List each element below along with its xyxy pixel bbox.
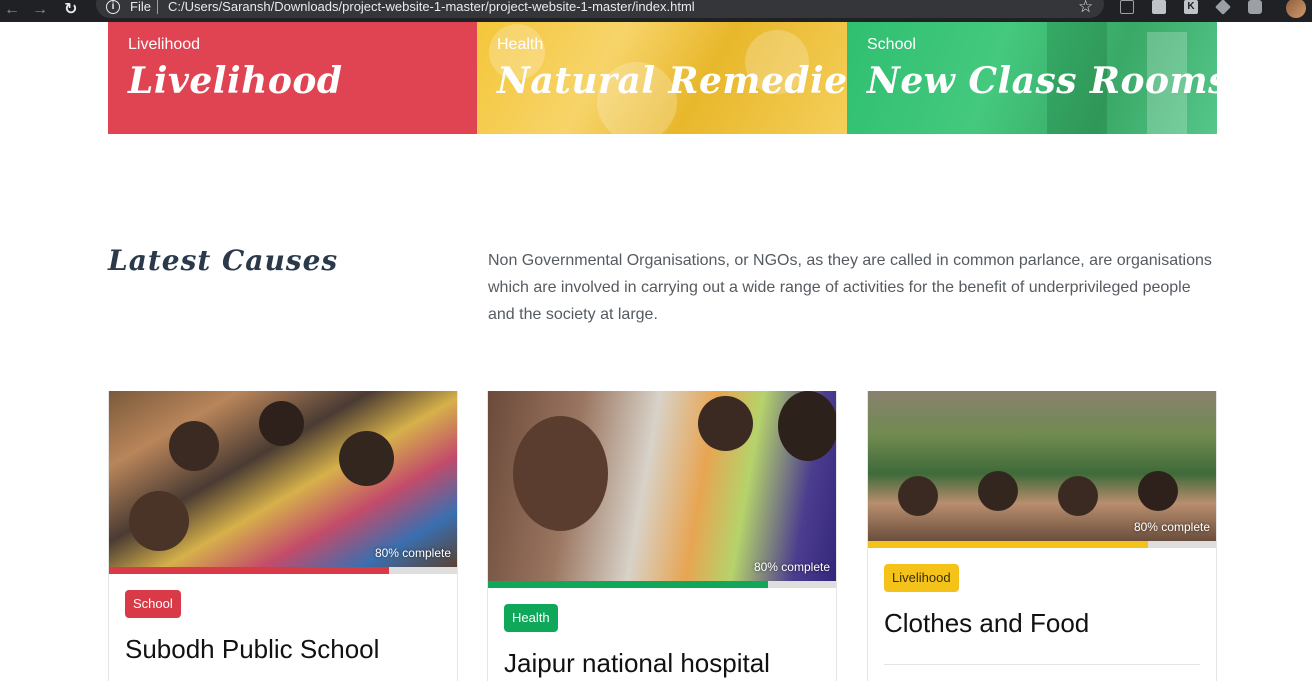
category-label: Livelihood (128, 36, 201, 53)
progress-bar (868, 541, 1216, 548)
file-scheme-label: File (130, 0, 151, 14)
category-label: Health (497, 36, 544, 53)
cause-title[interactable]: Subodh Public School (125, 634, 441, 665)
url-divider (157, 0, 158, 14)
pdf-extension-icon[interactable] (1120, 0, 1134, 14)
progress-label: 80% complete (753, 560, 830, 574)
cause-card-health[interactable]: 80% complete Health Jaipur national hosp… (487, 391, 837, 681)
cause-card-school[interactable]: 80% complete School Subodh Public School (108, 391, 458, 681)
category-heading: Livelihood (128, 60, 343, 102)
cause-photo: 80% complete (488, 391, 836, 581)
cause-title[interactable]: Jaipur national hospital (504, 648, 820, 679)
cause-card-livelihood[interactable]: 80% complete Livelihood Clothes and Food (867, 391, 1217, 681)
progress-label: 80% complete (374, 546, 451, 560)
extension-icon[interactable] (1152, 0, 1166, 14)
forward-arrow-icon[interactable]: → (32, 2, 48, 18)
cause-title[interactable]: Clothes and Food (884, 608, 1200, 639)
category-card-school[interactable]: School New Class Rooms (847, 22, 1217, 134)
donation-divider (884, 664, 1200, 675)
progress-fill (868, 541, 1148, 548)
progress-fill (109, 567, 389, 574)
category-label: School (867, 36, 916, 53)
category-card-livelihood[interactable]: Livelihood Livelihood (108, 22, 477, 134)
info-icon[interactable]: i (106, 0, 120, 14)
youtube-extension-icon[interactable] (1248, 0, 1262, 14)
category-badge[interactable]: School (125, 590, 181, 618)
category-heading: New Class Rooms (867, 60, 1217, 102)
star-icon[interactable]: ☆ (1078, 0, 1093, 17)
k-extension-icon[interactable]: K (1184, 0, 1198, 14)
category-badge[interactable]: Livelihood (884, 564, 959, 592)
category-card-health[interactable]: Health Natural Remedies (477, 22, 847, 134)
section-title: Latest Causes (108, 244, 339, 277)
browser-toolbar: ← → ↻ i File C:/Users/Saransh/Downloads/… (0, 0, 1312, 22)
section-description: Non Governmental Organisations, or NGOs,… (488, 252, 1212, 323)
cause-photo: 80% complete (868, 391, 1216, 541)
progress-bar (109, 567, 457, 574)
cause-photo: 80% complete (109, 391, 457, 567)
category-badge[interactable]: Health (504, 604, 558, 632)
reload-icon[interactable]: ↻ (64, 2, 77, 18)
back-arrow-icon[interactable]: ← (4, 2, 20, 18)
category-heading: Natural Remedies (497, 60, 847, 102)
progress-label: 80% complete (1133, 520, 1210, 534)
category-banners: Livelihood Livelihood Health Natural Rem… (108, 22, 1217, 134)
profile-avatar[interactable] (1286, 0, 1306, 18)
url-text[interactable]: C:/Users/Saransh/Downloads/project-websi… (168, 0, 695, 14)
tag-extension-icon[interactable] (1215, 0, 1231, 15)
progress-bar (488, 581, 836, 588)
progress-fill (488, 581, 768, 588)
